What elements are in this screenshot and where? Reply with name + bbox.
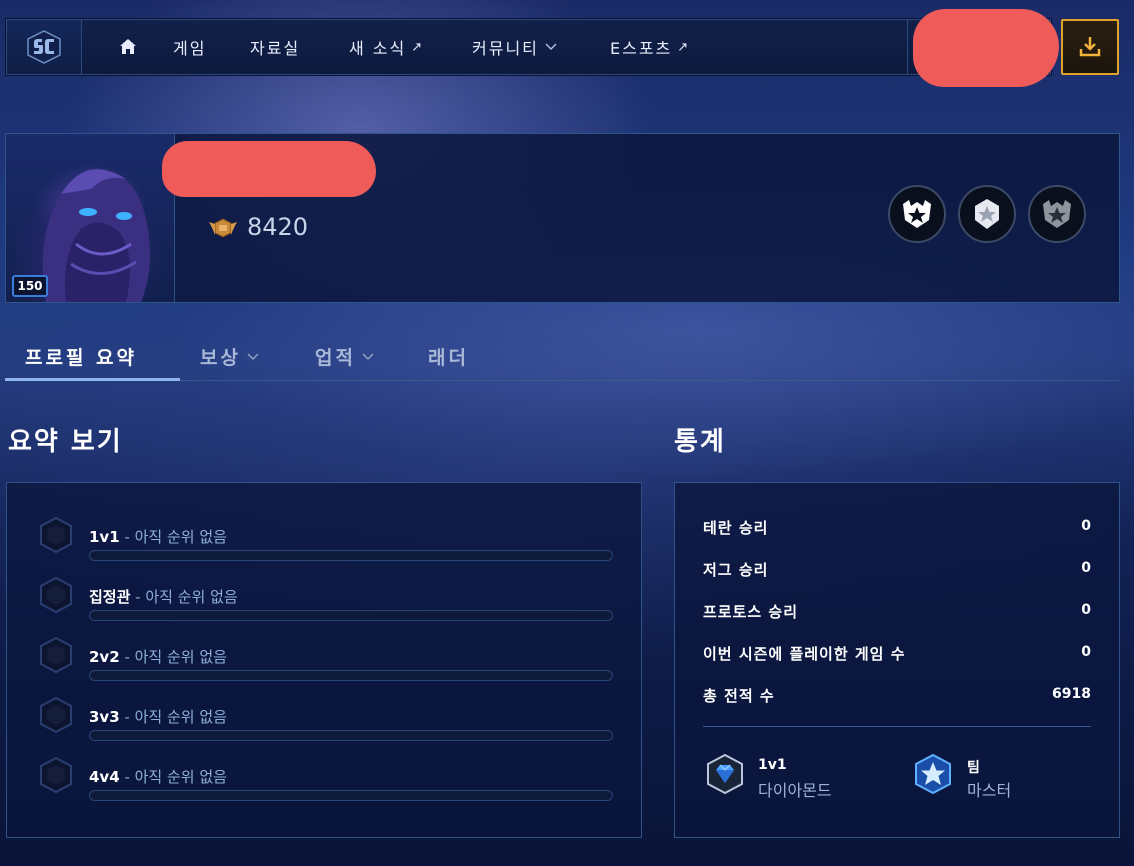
unranked-league-icon bbox=[40, 636, 72, 674]
master-league-icon bbox=[915, 753, 951, 795]
progress-bar-2v2 bbox=[89, 670, 613, 681]
chevron-down-icon bbox=[247, 353, 259, 361]
nav-item-games[interactable]: 게임 bbox=[173, 20, 206, 74]
unranked-league-icon bbox=[40, 756, 72, 794]
tab-ladder[interactable]: 래더 bbox=[428, 343, 469, 381]
download-button[interactable] bbox=[1061, 19, 1119, 75]
nav-item-esports[interactable]: E스포츠 ↗ bbox=[610, 20, 690, 74]
nav-item-community[interactable]: 커뮤니티 bbox=[472, 20, 557, 74]
stats-divider bbox=[703, 726, 1091, 727]
ladder-row-2v2[interactable]: 2v2 - 아직 순위 없음 bbox=[89, 646, 227, 667]
stat-season-games-label: 이번 시즌에 플레이한 게임 수 bbox=[703, 645, 906, 663]
tab-rewards[interactable]: 보상 bbox=[200, 343, 259, 381]
rank-1v1-mode: 1v1 bbox=[758, 757, 787, 773]
nav-item-news[interactable]: 새 소식 ↗ bbox=[349, 20, 424, 74]
stat-total-games-label: 총 전적 수 bbox=[703, 687, 775, 705]
achievement-points: 8420 bbox=[247, 213, 309, 241]
stat-total-games-value: 6918 bbox=[1052, 686, 1091, 702]
progress-bar-1v1 bbox=[89, 550, 613, 561]
redacted-account-name bbox=[913, 9, 1059, 87]
tab-achievements[interactable]: 업적 bbox=[315, 343, 374, 381]
unranked-league-icon bbox=[40, 576, 72, 614]
starcraft-logo-icon[interactable] bbox=[7, 20, 82, 74]
external-link-icon: ↗ bbox=[677, 39, 691, 55]
stat-terran-wins-label: 테란 승리 bbox=[703, 519, 769, 537]
nav-item-resources[interactable]: 자료실 bbox=[250, 20, 300, 74]
download-icon bbox=[1079, 37, 1101, 57]
stat-terran-wins-value: 0 bbox=[1081, 518, 1091, 534]
stat-protoss-wins-label: 프로토스 승리 bbox=[703, 603, 799, 621]
chevron-down-icon bbox=[545, 43, 557, 51]
ladder-row-archon[interactable]: 집정관 - 아직 순위 없음 bbox=[89, 586, 238, 607]
progress-bar-archon bbox=[89, 610, 613, 621]
progress-bar-3v3 bbox=[89, 730, 613, 741]
stat-season-games-value: 0 bbox=[1081, 644, 1091, 660]
achievement-points-icon bbox=[209, 218, 237, 238]
rank-team-mode: 팀 bbox=[967, 760, 980, 776]
achievement-badge-2-icon[interactable] bbox=[958, 185, 1016, 243]
top-nav: 게임 자료실 새 소식 ↗ 커뮤니티 E스포츠 ↗ bbox=[6, 19, 1051, 75]
player-level-badge: 150 bbox=[12, 275, 48, 297]
summary-heading: 요약 보기 bbox=[8, 427, 123, 457]
ladder-row-3v3[interactable]: 3v3 - 아직 순위 없음 bbox=[89, 706, 227, 727]
tab-profile-summary[interactable]: 프로필 요약 bbox=[5, 343, 180, 381]
unranked-league-icon bbox=[40, 516, 72, 554]
achievement-badge-1-icon[interactable] bbox=[888, 185, 946, 243]
achievement-badge-3-icon[interactable] bbox=[1028, 185, 1086, 243]
redacted-player-name bbox=[162, 141, 376, 197]
stat-zerg-wins-label: 저그 승리 bbox=[703, 561, 769, 579]
ladder-row-1v1[interactable]: 1v1 - 아직 순위 없음 bbox=[89, 526, 227, 547]
rank-team-tier: 마스터 bbox=[967, 781, 1012, 800]
stat-protoss-wins-value: 0 bbox=[1081, 602, 1091, 618]
stat-zerg-wins-value: 0 bbox=[1081, 560, 1091, 576]
unranked-league-icon bbox=[40, 696, 72, 734]
progress-bar-4v4 bbox=[89, 790, 613, 801]
external-link-icon: ↗ bbox=[411, 39, 425, 55]
home-icon[interactable] bbox=[117, 36, 139, 58]
rank-1v1-tier: 다이아몬드 bbox=[758, 781, 832, 800]
player-portrait[interactable]: 150 bbox=[6, 134, 175, 302]
chevron-down-icon bbox=[362, 353, 374, 361]
stats-heading: 통계 bbox=[674, 427, 726, 457]
diamond-league-icon bbox=[707, 753, 743, 795]
ladder-row-4v4[interactable]: 4v4 - 아직 순위 없음 bbox=[89, 766, 227, 787]
